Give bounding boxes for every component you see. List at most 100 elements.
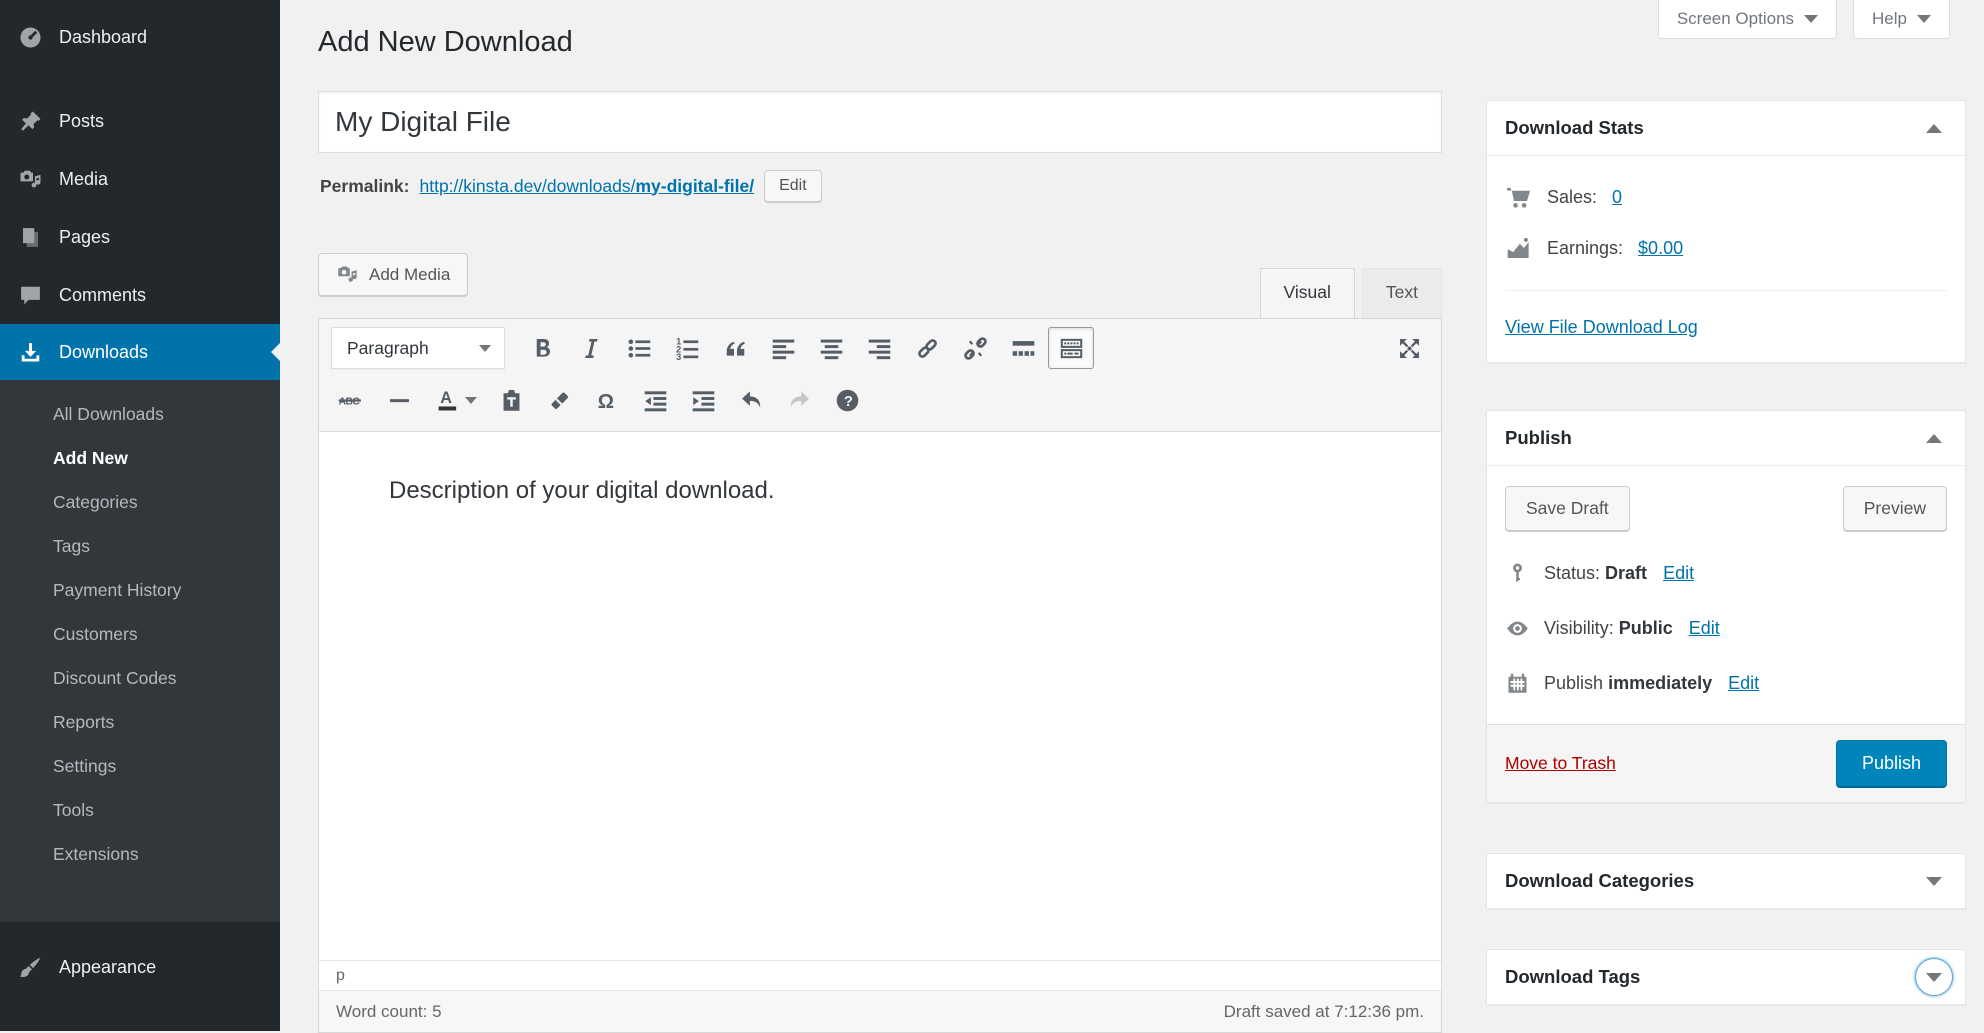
- sidebar-item-pages[interactable]: Pages: [0, 208, 280, 266]
- outdent-button[interactable]: [632, 379, 678, 421]
- submenu-item-categories[interactable]: Categories: [0, 480, 280, 524]
- toolbar-toggle-icon: [1058, 335, 1085, 362]
- status-value: Draft: [1605, 563, 1647, 583]
- undo-button[interactable]: [728, 379, 774, 421]
- help-button[interactable]: ?: [824, 379, 870, 421]
- bold-button[interactable]: [520, 327, 566, 369]
- editor-element-path[interactable]: p: [319, 960, 1441, 990]
- preview-button[interactable]: Preview: [1843, 486, 1947, 531]
- download-stats-header[interactable]: Download Stats: [1487, 101, 1965, 155]
- publish-header[interactable]: Publish: [1487, 411, 1965, 465]
- indent-icon: [690, 387, 717, 414]
- submenu-item-extensions[interactable]: Extensions: [0, 832, 280, 876]
- special-character-icon: Ω: [594, 387, 621, 414]
- blockquote-icon: [722, 335, 749, 362]
- text-color-button[interactable]: A: [424, 379, 486, 421]
- clear-formatting-button[interactable]: [536, 379, 582, 421]
- blockquote-button[interactable]: [712, 327, 758, 369]
- publish-button[interactable]: Publish: [1836, 740, 1947, 787]
- collapse-toggle[interactable]: [1915, 109, 1953, 147]
- chevron-down-icon: [1804, 15, 1818, 23]
- editor-paragraph[interactable]: Description of your digital download.: [389, 477, 1371, 505]
- sidebar-item-label: Comments: [59, 285, 146, 306]
- permalink-base: http://kinsta.dev/downloads/: [419, 176, 635, 196]
- sidebar-item-media[interactable]: Media: [0, 150, 280, 208]
- collapse-toggle[interactable]: [1915, 862, 1953, 900]
- add-media-icon: [336, 263, 359, 286]
- redo-button[interactable]: [776, 379, 822, 421]
- tab-text[interactable]: Text: [1362, 268, 1442, 318]
- downloads-submenu: All Downloads Add New Categories Tags Pa…: [0, 380, 280, 922]
- collapse-toggle[interactable]: [1915, 419, 1953, 457]
- permalink-edit-button[interactable]: Edit: [764, 170, 822, 202]
- sidebar-item-dashboard[interactable]: Dashboard: [0, 8, 280, 66]
- svg-text:A: A: [440, 388, 452, 406]
- special-character-button[interactable]: Ω: [584, 379, 630, 421]
- editor-toolbar-row2: ABC A Ω ?: [319, 374, 1441, 432]
- permalink-link[interactable]: http://kinsta.dev/downloads/my-digital-f…: [419, 176, 754, 197]
- indent-button[interactable]: [680, 379, 726, 421]
- sidebar-item-appearance[interactable]: Appearance: [0, 938, 280, 996]
- sidebar-item-posts[interactable]: Posts: [0, 92, 280, 150]
- edit-status-link[interactable]: Edit: [1663, 563, 1694, 584]
- submenu-item-add-new[interactable]: Add New: [0, 436, 280, 480]
- read-more-button[interactable]: [1000, 327, 1046, 369]
- earnings-amount-link[interactable]: $0.00: [1638, 238, 1683, 259]
- download-categories-header[interactable]: Download Categories: [1487, 854, 1965, 908]
- screen-options-tab[interactable]: Screen Options: [1658, 0, 1837, 39]
- submenu-item-tools[interactable]: Tools: [0, 788, 280, 832]
- remove-link-button[interactable]: [952, 327, 998, 369]
- numbered-list-button[interactable]: 123: [664, 327, 710, 369]
- sidebar-item-downloads[interactable]: Downloads: [0, 324, 280, 380]
- edit-schedule-link[interactable]: Edit: [1728, 673, 1759, 694]
- save-draft-button[interactable]: Save Draft: [1505, 486, 1630, 531]
- cart-icon: [1505, 184, 1532, 211]
- view-download-log-link[interactable]: View File Download Log: [1505, 317, 1698, 338]
- visibility-value: Public: [1619, 618, 1673, 638]
- download-tags-header[interactable]: Download Tags: [1487, 950, 1965, 1004]
- horizontal-rule-button[interactable]: [376, 379, 422, 421]
- fullscreen-button[interactable]: [1386, 327, 1432, 369]
- panel-title: Download Tags: [1505, 966, 1640, 988]
- submenu-item-reports[interactable]: Reports: [0, 700, 280, 744]
- undo-icon: [738, 387, 765, 414]
- svg-text:ABC: ABC: [338, 396, 360, 407]
- sidebar-item-label: Media: [59, 169, 108, 190]
- toolbar-toggle-button[interactable]: [1048, 327, 1094, 369]
- paste-as-text-button[interactable]: [488, 379, 534, 421]
- sidebar-item-label: Appearance: [59, 957, 156, 978]
- download-categories-panel: Download Categories: [1486, 853, 1966, 909]
- help-tab[interactable]: Help: [1853, 0, 1950, 39]
- submenu-item-customers[interactable]: Customers: [0, 612, 280, 656]
- visual-editor: Paragraph 123: [318, 318, 1442, 1033]
- sales-count-link[interactable]: 0: [1612, 187, 1622, 208]
- editor-content-area[interactable]: Description of your digital download.: [319, 432, 1441, 960]
- align-center-button[interactable]: [808, 327, 854, 369]
- submenu-item-settings[interactable]: Settings: [0, 744, 280, 788]
- align-right-button[interactable]: [856, 327, 902, 369]
- align-left-button[interactable]: [760, 327, 806, 369]
- media-icon: [18, 167, 43, 192]
- add-media-button[interactable]: Add Media: [318, 253, 468, 296]
- submenu-item-all-downloads[interactable]: All Downloads: [0, 392, 280, 436]
- triangle-down-icon: [1926, 877, 1942, 886]
- wordpress-admin-screen: Dashboard Posts Media Pages Comments Dow…: [0, 0, 1984, 1031]
- insert-link-button[interactable]: [904, 327, 950, 369]
- collapse-toggle-focused[interactable]: [1915, 958, 1953, 996]
- edit-visibility-link[interactable]: Edit: [1689, 618, 1720, 639]
- submenu-item-tags[interactable]: Tags: [0, 524, 280, 568]
- submenu-item-payment-history[interactable]: Payment History: [0, 568, 280, 612]
- tab-visual[interactable]: Visual: [1260, 268, 1355, 318]
- status-text: Status: Draft: [1544, 563, 1647, 584]
- post-title-input[interactable]: [318, 91, 1442, 153]
- sidebar-item-comments[interactable]: Comments: [0, 266, 280, 324]
- italic-button[interactable]: [568, 327, 614, 369]
- element-path-tag[interactable]: p: [336, 967, 345, 985]
- paragraph-format-select[interactable]: Paragraph: [331, 327, 505, 369]
- submenu-item-discount-codes[interactable]: Discount Codes: [0, 656, 280, 700]
- move-to-trash-link[interactable]: Move to Trash: [1505, 753, 1616, 774]
- strikethrough-button[interactable]: ABC: [328, 379, 374, 421]
- editor-mode-tabs: Visual Text: [1253, 268, 1442, 318]
- bullet-list-button[interactable]: [616, 327, 662, 369]
- permalink-slug: my-digital-file/: [635, 176, 754, 196]
